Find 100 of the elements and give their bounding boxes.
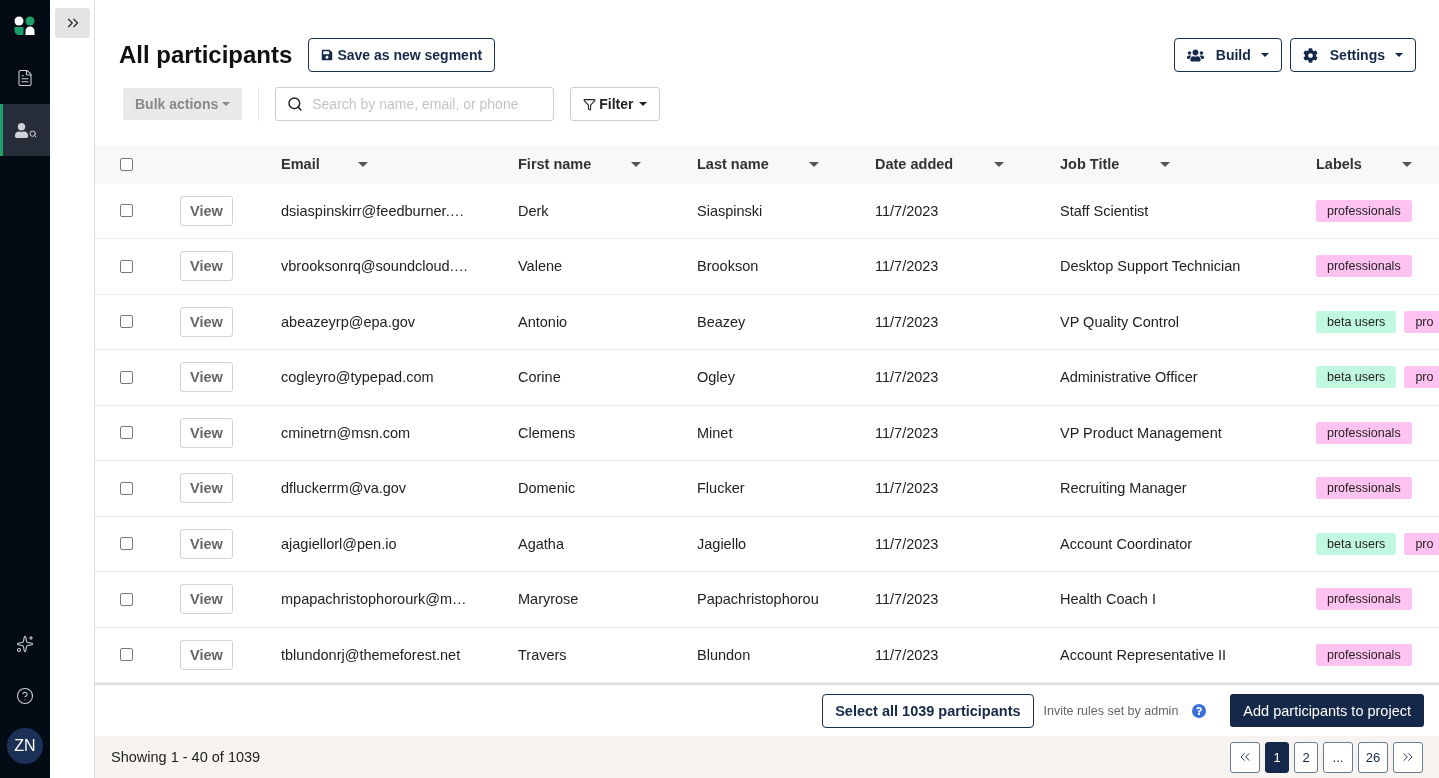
first-name-cell-text: Derk [518, 202, 550, 219]
user-avatar[interactable]: ZN [7, 728, 43, 764]
label-tag: professionals [1316, 643, 1412, 666]
sort-caret-icon[interactable] [358, 161, 368, 167]
row-checkbox[interactable] [120, 370, 133, 384]
view-button[interactable]: View [180, 251, 233, 282]
last-name-cell-text: Blundon [697, 646, 752, 663]
label-tag: professionals [1316, 477, 1412, 500]
sort-caret-icon[interactable] [631, 161, 641, 167]
row-checkbox[interactable] [120, 259, 133, 273]
row-checkbox[interactable] [120, 481, 133, 495]
add-participants-button[interactable]: Add participants to project [1230, 694, 1424, 727]
email-cell-text: vbrooksonrq@soundcloud.… [281, 258, 470, 275]
first-page-button[interactable] [1230, 741, 1260, 773]
label-tag: professionals [1316, 588, 1412, 611]
sort-caret-icon[interactable] [1160, 161, 1170, 167]
save-icon [321, 49, 334, 61]
page-button[interactable]: 2 [1294, 741, 1318, 773]
last-name-cell-text: Papachristophorou [697, 591, 820, 608]
email-cell-text: cogleyro@typepad.com [281, 369, 435, 386]
job-title-cell-text: Desktop Support Technician [1060, 258, 1242, 275]
last-name-cell-text: Jagiello [697, 535, 748, 552]
first-name-cell-text: Antonio [518, 313, 569, 330]
logo-icon [14, 16, 36, 36]
date-cell-text: 11/7/2023 [875, 258, 940, 275]
email-cell-text: ajagiellorl@pen.io [281, 535, 398, 552]
email-cell-text: mpapachristophorourk@m… [281, 591, 468, 608]
last-name-cell-text: Flucker [697, 480, 746, 497]
job-title-cell-text: Account Coordinator [1060, 535, 1194, 552]
view-button[interactable]: View [180, 417, 233, 448]
job-title-cell-text: Account Representative II [1060, 646, 1228, 663]
first-name-cell-text: Maryrose [518, 591, 580, 608]
email-cell-text: tblundonrj@themeforest.net [281, 646, 462, 663]
date-cell-text: 11/7/2023 [875, 424, 940, 441]
page-title: All participants [119, 41, 293, 69]
label-tag: professionals [1316, 255, 1412, 278]
view-button[interactable]: View [180, 584, 233, 615]
sort-caret-icon[interactable] [1402, 161, 1412, 167]
email-cell-text: dsiaspinskirr@feedburner.… [281, 202, 466, 219]
job-title-cell-text: Administrative Officer [1060, 369, 1199, 386]
sort-caret-icon[interactable] [809, 161, 819, 167]
column-header[interactable]: Job Title [1060, 156, 1160, 173]
job-title-cell-text: VP Product Management [1060, 424, 1223, 441]
last-name-cell-text: Siaspinski [697, 202, 764, 219]
filter-icon [583, 97, 597, 111]
job-title-cell-text: Health Coach I [1060, 591, 1157, 608]
column-header[interactable]: Labels [1316, 156, 1402, 173]
email-cell-text: cminetrn@msn.com [281, 424, 412, 441]
filter-button[interactable]: Filter [570, 87, 661, 121]
view-button[interactable]: View [180, 195, 233, 226]
row-checkbox[interactable] [120, 426, 133, 440]
view-button[interactable]: View [180, 639, 233, 670]
column-header[interactable]: Last name [697, 156, 809, 173]
row-checkbox[interactable] [120, 648, 133, 662]
search-icon [287, 96, 304, 112]
date-cell-text: 11/7/2023 [875, 591, 940, 608]
date-cell-text: 11/7/2023 [875, 202, 940, 219]
settings-icon [1302, 47, 1318, 63]
help-icon[interactable] [16, 687, 34, 705]
last-name-cell-text: Minet [697, 424, 734, 441]
showing-count: Showing 1 - 40 of 1039 [111, 749, 261, 765]
job-title-cell-text: Staff Scientist [1060, 202, 1150, 219]
expand-button[interactable] [55, 8, 90, 38]
row-checkbox[interactable] [120, 592, 133, 606]
row-checkbox[interactable] [120, 537, 133, 551]
page-button[interactable]: 26 [1358, 741, 1388, 773]
first-name-cell-text: Domenic [518, 480, 577, 497]
label-tag: professionals [1316, 421, 1412, 444]
page-button[interactable]: 1 [1265, 741, 1289, 773]
date-cell-text: 11/7/2023 [875, 313, 940, 330]
column-header[interactable]: Date added [875, 156, 994, 173]
column-header[interactable]: First name [518, 156, 631, 173]
first-name-cell-text: Valene [518, 258, 564, 275]
column-header[interactable]: Email [281, 156, 358, 173]
last-name-cell-text: Beazey [697, 313, 747, 330]
job-title-cell-text: VP Quality Control [1060, 313, 1180, 330]
nav-item[interactable] [0, 104, 50, 156]
select-all-checkbox[interactable] [120, 157, 133, 171]
row-checkbox[interactable] [120, 315, 133, 329]
settings-button[interactable]: Settings [1289, 38, 1416, 72]
build-button[interactable]: Build [1173, 38, 1282, 72]
view-button[interactable]: View [180, 306, 233, 337]
label-tag: professionals [1316, 199, 1412, 222]
save-segment-button[interactable]: Save as new segment [308, 38, 496, 72]
sort-caret-icon[interactable] [994, 161, 1004, 167]
next-pages-button[interactable] [1393, 741, 1423, 773]
view-button[interactable]: View [180, 362, 233, 393]
search-field[interactable]: Search by name, email, or phone [275, 87, 555, 121]
label-tag: pro [1404, 532, 1439, 555]
sparkles-icon[interactable] [16, 635, 34, 653]
person-search-icon [13, 122, 37, 138]
email-cell-text: dfluckerrm@va.gov [281, 480, 408, 497]
view-button[interactable]: View [180, 528, 233, 559]
select-all-button[interactable]: Select all 1039 participants [822, 693, 1034, 728]
invite-rules-note: Invite rules set by admin [1043, 703, 1179, 718]
job-title-cell-text: Recruiting Manager [1060, 480, 1188, 497]
email-cell-text: abeazeyrp@epa.gov [281, 313, 417, 330]
view-button[interactable]: View [180, 473, 233, 504]
page-button[interactable]: ... [1323, 741, 1353, 773]
row-checkbox[interactable] [120, 204, 133, 218]
